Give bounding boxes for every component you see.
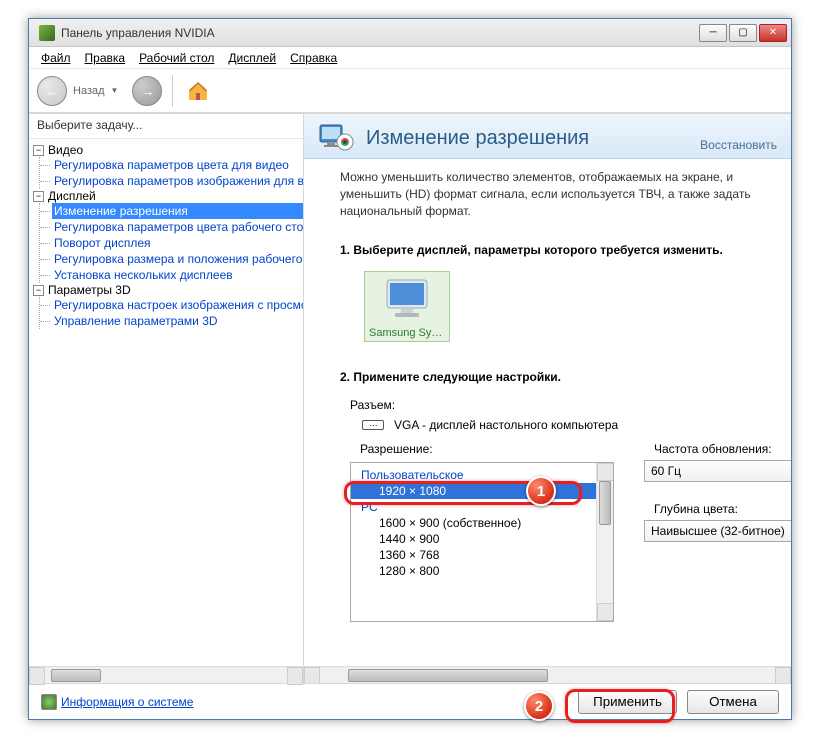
resolution-scroll-thumb[interactable] [599, 481, 611, 525]
resolution-scrollbar[interactable] [596, 463, 613, 621]
back-button[interactable]: ← [37, 76, 67, 106]
back-label: Назад [73, 85, 105, 97]
close-button[interactable]: ✕ [759, 24, 787, 42]
resolution-label: Разрешение: [360, 442, 614, 456]
color-depth-value: Наивысшее (32-битное) [651, 524, 785, 538]
resolution-option-1280x800[interactable]: 1280 × 800 [351, 563, 596, 579]
tree-item-3d-image[interactable]: Регулировка настроек изображения с просм… [52, 297, 303, 313]
content-body: Можно уменьшить количество элементов, от… [304, 159, 791, 666]
toolbar: ← Назад ▼ → [29, 69, 791, 113]
task-sidebar: Выберите задачу... − Видео Регулировка п… [29, 114, 304, 683]
home-icon [186, 79, 210, 103]
task-tree: − Видео Регулировка параметров цвета для… [29, 139, 303, 666]
resolution-option-1440x900[interactable]: 1440 × 900 [351, 531, 596, 547]
tree-item-video-color[interactable]: Регулировка параметров цвета для видео [52, 157, 303, 173]
display-thumbnail[interactable]: Samsung Syn... [364, 271, 450, 342]
sidebar-horizontal-scrollbar[interactable] [29, 666, 303, 683]
menu-edit[interactable]: Правка [79, 49, 132, 67]
menu-display[interactable]: Дисплей [222, 49, 282, 67]
vga-connector-icon [362, 420, 384, 430]
tree-item-size-position[interactable]: Регулировка размера и положения рабочего… [52, 251, 303, 267]
content-panel: Изменение разрешения Восстановить Можно … [304, 114, 791, 683]
tree-toggle-display[interactable]: − [33, 191, 44, 202]
apply-button[interactable]: Применить [578, 690, 677, 714]
sidebar-scroll-thumb[interactable] [51, 669, 101, 682]
display-name: Samsung Syn... [369, 327, 445, 339]
sidebar-title: Выберите задачу... [29, 114, 303, 139]
resolution-list[interactable]: Пользовательское 1920 × 1080 PC 1600 × 9… [350, 462, 614, 622]
toolbar-separator [172, 75, 173, 107]
monitor-icon [383, 278, 431, 322]
content-header: Изменение разрешения Восстановить [304, 114, 791, 159]
tree-item-rotate[interactable]: Поворот дисплея [52, 235, 303, 251]
menu-file[interactable]: Файл [35, 49, 77, 67]
system-info-link[interactable]: Информация о системе [41, 694, 193, 710]
restore-defaults-link[interactable]: Восстановить [700, 138, 777, 154]
menu-help[interactable]: Справка [284, 49, 343, 67]
nvidia-app-icon [39, 25, 55, 41]
resolution-group-custom: Пользовательское [351, 467, 596, 483]
tree-item-video-image[interactable]: Регулировка параметров изображения для в… [52, 173, 303, 189]
color-depth-combo[interactable]: Наивысшее (32-битное) [644, 520, 791, 542]
refresh-rate-combo[interactable]: 60 Гц [644, 460, 791, 482]
resolution-option-1600x900[interactable]: 1600 × 900 (собственное) [351, 515, 596, 531]
tree-toggle-3d[interactable]: − [33, 285, 44, 296]
main-window: Панель управления NVIDIA ─ ▢ ✕ Файл Прав… [28, 18, 792, 720]
description-text: Можно уменьшить количество элементов, от… [340, 169, 775, 219]
tree-group-video[interactable]: Видео [48, 143, 83, 157]
monitor-settings-icon [318, 122, 356, 154]
tree-group-display[interactable]: Дисплей [48, 189, 96, 203]
tree-item-multi-display[interactable]: Установка нескольких дисплеев [52, 267, 303, 283]
tree-group-3d[interactable]: Параметры 3D [48, 283, 131, 297]
connector-value: VGA - дисплей настольного компьютера [394, 418, 618, 432]
resolution-option-1920x1080[interactable]: 1920 × 1080 [351, 483, 596, 499]
step1-heading: 1. Выберите дисплей, параметры которого … [340, 243, 775, 257]
back-history-dropdown[interactable]: ▼ [111, 86, 119, 95]
forward-button[interactable]: → [132, 76, 162, 106]
arrow-right-icon: → [140, 83, 154, 99]
content-horizontal-scrollbar[interactable] [304, 666, 791, 683]
maximize-button[interactable]: ▢ [729, 24, 757, 42]
footer-bar: Информация о системе Применить Отмена [29, 683, 791, 719]
refresh-rate-label: Частота обновления: [654, 442, 791, 456]
step2-heading: 2. Примените следующие настройки. [340, 370, 775, 384]
tree-item-desktop-color[interactable]: Регулировка параметров цвета рабочего ст… [52, 219, 303, 235]
tree-item-3d-manage[interactable]: Управление параметрами 3D [52, 313, 303, 329]
window-title: Панель управления NVIDIA [61, 26, 699, 40]
refresh-rate-value: 60 Гц [651, 464, 681, 478]
color-depth-label: Глубина цвета: [654, 502, 791, 516]
titlebar[interactable]: Панель управления NVIDIA ─ ▢ ✕ [29, 19, 791, 47]
arrow-left-icon: ← [45, 83, 59, 99]
resolution-group-pc: PC [351, 499, 596, 515]
page-title: Изменение разрешения [366, 127, 700, 150]
resolution-option-1360x768[interactable]: 1360 × 768 [351, 547, 596, 563]
tree-toggle-video[interactable]: − [33, 145, 44, 156]
connector-label: Разъем: [350, 398, 775, 412]
home-button[interactable] [183, 76, 213, 106]
minimize-button[interactable]: ─ [699, 24, 727, 42]
content-scroll-thumb[interactable] [348, 669, 548, 682]
tree-item-change-resolution[interactable]: Изменение разрешения [52, 203, 303, 219]
menubar: Файл Правка Рабочий стол Дисплей Справка [29, 47, 791, 69]
cancel-button[interactable]: Отмена [687, 690, 779, 714]
menu-desktop[interactable]: Рабочий стол [133, 49, 220, 67]
